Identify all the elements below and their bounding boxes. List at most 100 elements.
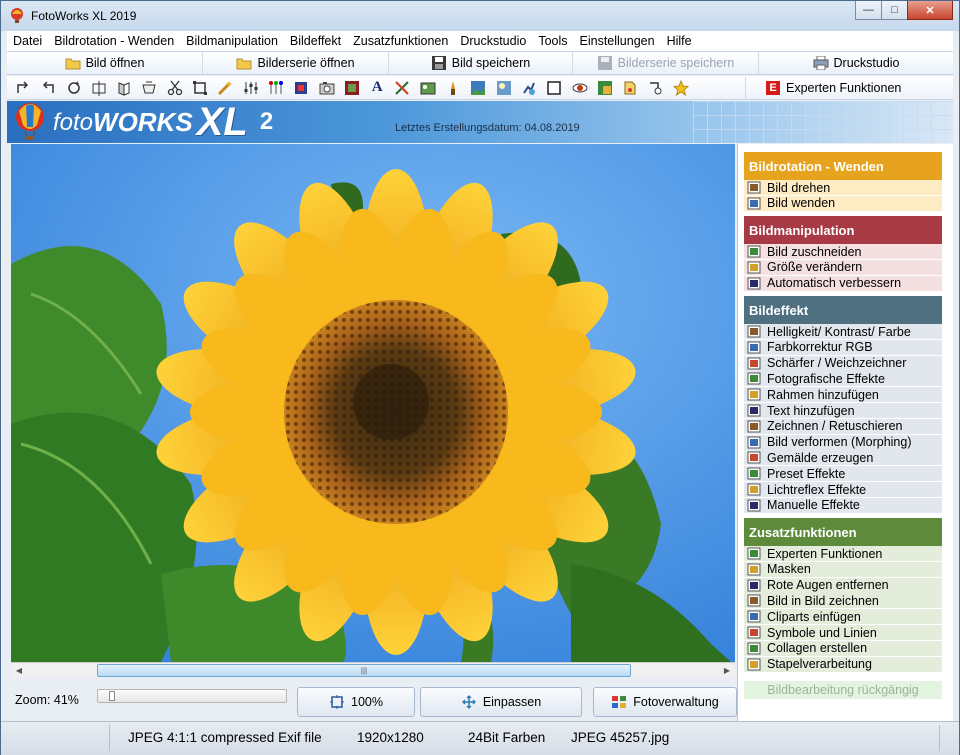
photo-effects-icon[interactable] (319, 80, 335, 96)
menu-datei[interactable]: Datei (13, 34, 42, 48)
rotate-right-icon[interactable] (40, 80, 56, 96)
status-divider (109, 725, 110, 751)
hot-air-balloon-logo (16, 103, 44, 140)
save-series-button[interactable]: Bilderserie speichern (573, 52, 759, 74)
expert-functions-button[interactable]: E Experten Funktionen (745, 77, 951, 99)
sidebar-item[interactable]: Preset Effekte (744, 466, 942, 483)
logo-version: 2 (259, 108, 274, 135)
symbols-icon[interactable] (647, 80, 663, 96)
sidebar-item[interactable]: Bild in Bild zeichnen (744, 593, 942, 610)
lens-flare-icon[interactable] (496, 80, 512, 96)
sidebar-item[interactable]: Fotografische Effekte (744, 371, 942, 388)
sidebar-item[interactable]: Rahmen hinzufügen (744, 387, 942, 404)
sidebar-section-header[interactable]: Bildrotation - Wenden (744, 152, 942, 180)
fit-button[interactable]: Einpassen (420, 687, 582, 717)
sidebar-item[interactable]: Bild verformen (Morphing) (744, 434, 942, 451)
sidebar-item[interactable]: Bild drehen (744, 180, 942, 196)
sidebar-item[interactable]: Bild zuschneiden (744, 244, 942, 260)
draw-icon[interactable] (394, 80, 410, 96)
sidebar-item[interactable]: Automatisch verbessern (744, 275, 942, 292)
menu-bildrotation[interactable]: Bildrotation - Wenden (54, 34, 174, 48)
sidebar-item[interactable]: Stapelverarbeitung (744, 656, 942, 673)
sidebar-section-header[interactable]: Bildeffekt (744, 296, 942, 324)
resize-icon[interactable] (192, 80, 208, 96)
menu-bildmanipulation[interactable]: Bildmanipulation (186, 34, 278, 48)
close-button[interactable]: ✕ (907, 1, 953, 20)
actual-size-icon (330, 695, 344, 709)
sidebar-item[interactable]: Bild wenden (744, 195, 942, 212)
sidebar-item[interactable]: Masken (744, 561, 942, 578)
menu-bildeffekt[interactable]: Bildeffekt (290, 34, 341, 48)
perspective-icon[interactable] (141, 80, 157, 96)
sidebar-section-header[interactable]: Zusatzfunktionen (744, 518, 942, 546)
sidebar-item[interactable]: Helligkeit/ Kontrast/ Farbe (744, 324, 942, 340)
sidebar-item[interactable]: Rote Augen entfernen (744, 577, 942, 594)
sidebar-item[interactable]: Gemälde erzeugen (744, 450, 942, 467)
open-series-button[interactable]: Bilderserie öffnen (203, 52, 389, 74)
photo-manager-button[interactable]: Fotoverwaltung (593, 687, 737, 717)
painting-icon[interactable] (445, 80, 461, 96)
save-image-button[interactable]: Bild speichern (389, 52, 573, 74)
sidebar-item[interactable]: Symbole und Linien (744, 625, 942, 641)
image-canvas[interactable] (11, 144, 735, 662)
sidebar-item[interactable]: Zeichnen / Retuschieren (744, 418, 942, 435)
clipart-icon[interactable] (622, 80, 638, 96)
sidebar-item-icon (747, 181, 761, 194)
menu-druckstudio[interactable]: Druckstudio (460, 34, 526, 48)
preset-icon[interactable] (470, 80, 486, 96)
open-image-button[interactable]: Bild öffnen (7, 52, 203, 74)
expert-e-icon: E (766, 81, 780, 95)
minimize-button[interactable]: — (855, 1, 882, 20)
manual-effects-icon[interactable] (521, 80, 537, 96)
frame-icon[interactable] (344, 80, 360, 96)
sidebar-item[interactable]: Manuelle Effekte (744, 497, 942, 514)
collage-star-icon[interactable] (672, 79, 689, 96)
morph-icon[interactable] (420, 80, 436, 96)
undo-edit-button[interactable]: Bildbearbeitung rückgängig (744, 681, 942, 699)
brightness-icon[interactable] (243, 80, 259, 96)
maximize-button[interactable]: □ (881, 1, 908, 20)
rotate-icon[interactable] (66, 80, 82, 96)
crop-scissors-icon[interactable] (167, 80, 183, 96)
sidebar-item[interactable]: Lichtreflex Effekte (744, 482, 942, 498)
zoom-slider[interactable] (97, 689, 287, 703)
sidebar-item[interactable]: Größe verändern (744, 259, 942, 276)
title-bar[interactable]: FotoWorks XL 2019 — □ ✕ (1, 1, 959, 31)
sidebar-item[interactable]: Schärfer / Weichzeichner (744, 355, 942, 372)
folder-icon (236, 58, 252, 70)
status-divider (939, 725, 940, 751)
sharpen-icon[interactable] (293, 80, 309, 96)
menu-zusatzfunktionen[interactable]: Zusatzfunktionen (353, 34, 448, 48)
sidebar-item[interactable]: Text hinzufügen (744, 403, 942, 419)
flip-icon[interactable] (91, 80, 107, 96)
menu-tools[interactable]: Tools (538, 34, 567, 48)
sidebar-item[interactable]: Collagen erstellen (744, 640, 942, 657)
zoom-slider-thumb[interactable] (109, 691, 116, 701)
status-filename: JPEG 45257.jpg (571, 730, 670, 745)
color-rgb-icon[interactable] (268, 80, 284, 96)
sidebar-item[interactable]: Farbkorrektur RGB (744, 339, 942, 356)
menu-einstellungen[interactable]: Einstellungen (580, 34, 655, 48)
sidebar-item[interactable]: Experten Funktionen (744, 546, 942, 562)
print-studio-button[interactable]: Druckstudio (759, 52, 953, 74)
status-resolution: 1920x1280 (357, 730, 424, 745)
red-eye-icon[interactable] (572, 80, 588, 96)
scrollbar-thumb[interactable]: ||| (97, 664, 631, 677)
sidebar-item-icon (747, 372, 761, 385)
rotate-left-icon[interactable] (15, 80, 31, 96)
mirror-icon[interactable] (116, 80, 132, 96)
sidebar-item-label: Experten Funktionen (767, 546, 883, 561)
horizontal-scrollbar[interactable]: ◀ ||| ▶ (11, 662, 735, 678)
scroll-right-arrow-icon[interactable]: ▶ (719, 663, 735, 678)
sidebar-section-header[interactable]: Bildmanipulation (744, 216, 942, 244)
scroll-left-arrow-icon[interactable]: ◀ (11, 663, 27, 678)
auto-enhance-icon[interactable] (217, 80, 233, 96)
menu-hilfe[interactable]: Hilfe (667, 34, 692, 48)
window-title: FotoWorks XL 2019 (31, 9, 137, 23)
picture-in-picture-icon[interactable] (597, 80, 613, 96)
mask-icon[interactable] (546, 80, 562, 96)
zoom-100-button[interactable]: 100% (297, 687, 415, 717)
sidebar-item[interactable]: Cliparts einfügen (744, 609, 942, 626)
text-icon[interactable]: A (369, 79, 385, 96)
status-format: JPEG 4:1:1 compressed Exif file (128, 730, 322, 745)
